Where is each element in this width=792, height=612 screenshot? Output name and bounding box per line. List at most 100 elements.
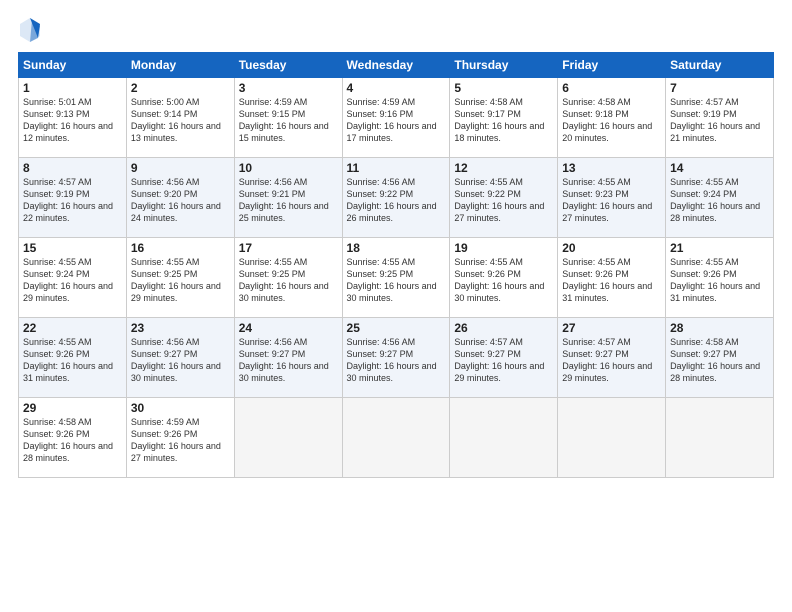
header-wednesday: Wednesday: [342, 53, 450, 78]
day-info: Sunrise: 4:55 AM Sunset: 9:26 PM Dayligh…: [23, 336, 122, 385]
calendar-cell: [666, 398, 774, 478]
day-info: Sunrise: 4:55 AM Sunset: 9:24 PM Dayligh…: [23, 256, 122, 305]
calendar-cell: 1Sunrise: 5:01 AM Sunset: 9:13 PM Daylig…: [19, 78, 127, 158]
header-sunday: Sunday: [19, 53, 127, 78]
day-info: Sunrise: 4:56 AM Sunset: 9:27 PM Dayligh…: [239, 336, 338, 385]
day-number: 1: [23, 81, 122, 95]
day-number: 19: [454, 241, 553, 255]
header: [18, 16, 774, 44]
day-info: Sunrise: 4:56 AM Sunset: 9:20 PM Dayligh…: [131, 176, 230, 225]
page: SundayMondayTuesdayWednesdayThursdayFrid…: [0, 0, 792, 612]
calendar-cell: 30Sunrise: 4:59 AM Sunset: 9:26 PM Dayli…: [126, 398, 234, 478]
calendar-cell: 14Sunrise: 4:55 AM Sunset: 9:24 PM Dayli…: [666, 158, 774, 238]
day-number: 25: [347, 321, 446, 335]
day-number: 30: [131, 401, 230, 415]
day-info: Sunrise: 4:58 AM Sunset: 9:27 PM Dayligh…: [670, 336, 769, 385]
day-number: 4: [347, 81, 446, 95]
day-number: 2: [131, 81, 230, 95]
day-info: Sunrise: 4:58 AM Sunset: 9:17 PM Dayligh…: [454, 96, 553, 145]
day-number: 21: [670, 241, 769, 255]
day-info: Sunrise: 4:58 AM Sunset: 9:18 PM Dayligh…: [562, 96, 661, 145]
calendar-cell: 24Sunrise: 4:56 AM Sunset: 9:27 PM Dayli…: [234, 318, 342, 398]
day-number: 23: [131, 321, 230, 335]
day-info: Sunrise: 4:55 AM Sunset: 9:26 PM Dayligh…: [454, 256, 553, 305]
calendar-table: SundayMondayTuesdayWednesdayThursdayFrid…: [18, 52, 774, 478]
calendar-cell: 20Sunrise: 4:55 AM Sunset: 9:26 PM Dayli…: [558, 238, 666, 318]
day-number: 18: [347, 241, 446, 255]
calendar-cell: 29Sunrise: 4:58 AM Sunset: 9:26 PM Dayli…: [19, 398, 127, 478]
day-number: 11: [347, 161, 446, 175]
header-monday: Monday: [126, 53, 234, 78]
day-number: 29: [23, 401, 122, 415]
day-info: Sunrise: 4:55 AM Sunset: 9:23 PM Dayligh…: [562, 176, 661, 225]
day-info: Sunrise: 5:00 AM Sunset: 9:14 PM Dayligh…: [131, 96, 230, 145]
day-number: 24: [239, 321, 338, 335]
header-friday: Friday: [558, 53, 666, 78]
calendar-cell: 15Sunrise: 4:55 AM Sunset: 9:24 PM Dayli…: [19, 238, 127, 318]
day-info: Sunrise: 4:55 AM Sunset: 9:25 PM Dayligh…: [131, 256, 230, 305]
day-number: 27: [562, 321, 661, 335]
calendar-cell: 2Sunrise: 5:00 AM Sunset: 9:14 PM Daylig…: [126, 78, 234, 158]
day-number: 10: [239, 161, 338, 175]
header-saturday: Saturday: [666, 53, 774, 78]
day-number: 7: [670, 81, 769, 95]
calendar-cell: 26Sunrise: 4:57 AM Sunset: 9:27 PM Dayli…: [450, 318, 558, 398]
week-row-1: 1Sunrise: 5:01 AM Sunset: 9:13 PM Daylig…: [19, 78, 774, 158]
logo: [18, 16, 46, 44]
day-info: Sunrise: 4:58 AM Sunset: 9:26 PM Dayligh…: [23, 416, 122, 465]
calendar-cell: 12Sunrise: 4:55 AM Sunset: 9:22 PM Dayli…: [450, 158, 558, 238]
day-info: Sunrise: 4:55 AM Sunset: 9:25 PM Dayligh…: [239, 256, 338, 305]
calendar-cell: [450, 398, 558, 478]
day-number: 22: [23, 321, 122, 335]
day-info: Sunrise: 5:01 AM Sunset: 9:13 PM Dayligh…: [23, 96, 122, 145]
week-row-2: 8Sunrise: 4:57 AM Sunset: 9:19 PM Daylig…: [19, 158, 774, 238]
calendar-cell: 25Sunrise: 4:56 AM Sunset: 9:27 PM Dayli…: [342, 318, 450, 398]
calendar-cell: 5Sunrise: 4:58 AM Sunset: 9:17 PM Daylig…: [450, 78, 558, 158]
day-info: Sunrise: 4:55 AM Sunset: 9:25 PM Dayligh…: [347, 256, 446, 305]
day-number: 20: [562, 241, 661, 255]
header-thursday: Thursday: [450, 53, 558, 78]
day-number: 6: [562, 81, 661, 95]
calendar-cell: 11Sunrise: 4:56 AM Sunset: 9:22 PM Dayli…: [342, 158, 450, 238]
calendar-cell: [342, 398, 450, 478]
day-info: Sunrise: 4:56 AM Sunset: 9:22 PM Dayligh…: [347, 176, 446, 225]
calendar-cell: 28Sunrise: 4:58 AM Sunset: 9:27 PM Dayli…: [666, 318, 774, 398]
day-number: 16: [131, 241, 230, 255]
calendar-cell: [558, 398, 666, 478]
day-number: 5: [454, 81, 553, 95]
header-row: SundayMondayTuesdayWednesdayThursdayFrid…: [19, 53, 774, 78]
calendar-cell: 13Sunrise: 4:55 AM Sunset: 9:23 PM Dayli…: [558, 158, 666, 238]
day-info: Sunrise: 4:56 AM Sunset: 9:27 PM Dayligh…: [131, 336, 230, 385]
day-info: Sunrise: 4:56 AM Sunset: 9:27 PM Dayligh…: [347, 336, 446, 385]
calendar-cell: 4Sunrise: 4:59 AM Sunset: 9:16 PM Daylig…: [342, 78, 450, 158]
day-number: 8: [23, 161, 122, 175]
calendar-cell: 22Sunrise: 4:55 AM Sunset: 9:26 PM Dayli…: [19, 318, 127, 398]
day-number: 14: [670, 161, 769, 175]
day-info: Sunrise: 4:57 AM Sunset: 9:27 PM Dayligh…: [454, 336, 553, 385]
day-info: Sunrise: 4:56 AM Sunset: 9:21 PM Dayligh…: [239, 176, 338, 225]
calendar-cell: 16Sunrise: 4:55 AM Sunset: 9:25 PM Dayli…: [126, 238, 234, 318]
day-number: 28: [670, 321, 769, 335]
week-row-4: 22Sunrise: 4:55 AM Sunset: 9:26 PM Dayli…: [19, 318, 774, 398]
day-number: 12: [454, 161, 553, 175]
calendar-cell: 8Sunrise: 4:57 AM Sunset: 9:19 PM Daylig…: [19, 158, 127, 238]
day-info: Sunrise: 4:55 AM Sunset: 9:26 PM Dayligh…: [670, 256, 769, 305]
logo-icon: [18, 16, 42, 44]
day-info: Sunrise: 4:55 AM Sunset: 9:26 PM Dayligh…: [562, 256, 661, 305]
calendar-cell: 3Sunrise: 4:59 AM Sunset: 9:15 PM Daylig…: [234, 78, 342, 158]
calendar-cell: 23Sunrise: 4:56 AM Sunset: 9:27 PM Dayli…: [126, 318, 234, 398]
header-tuesday: Tuesday: [234, 53, 342, 78]
day-info: Sunrise: 4:59 AM Sunset: 9:16 PM Dayligh…: [347, 96, 446, 145]
day-number: 3: [239, 81, 338, 95]
calendar-cell: 19Sunrise: 4:55 AM Sunset: 9:26 PM Dayli…: [450, 238, 558, 318]
day-number: 9: [131, 161, 230, 175]
calendar-cell: 10Sunrise: 4:56 AM Sunset: 9:21 PM Dayli…: [234, 158, 342, 238]
calendar-cell: [234, 398, 342, 478]
day-info: Sunrise: 4:55 AM Sunset: 9:24 PM Dayligh…: [670, 176, 769, 225]
day-info: Sunrise: 4:57 AM Sunset: 9:19 PM Dayligh…: [23, 176, 122, 225]
day-number: 17: [239, 241, 338, 255]
day-info: Sunrise: 4:57 AM Sunset: 9:27 PM Dayligh…: [562, 336, 661, 385]
day-info: Sunrise: 4:57 AM Sunset: 9:19 PM Dayligh…: [670, 96, 769, 145]
week-row-3: 15Sunrise: 4:55 AM Sunset: 9:24 PM Dayli…: [19, 238, 774, 318]
calendar-cell: 18Sunrise: 4:55 AM Sunset: 9:25 PM Dayli…: [342, 238, 450, 318]
